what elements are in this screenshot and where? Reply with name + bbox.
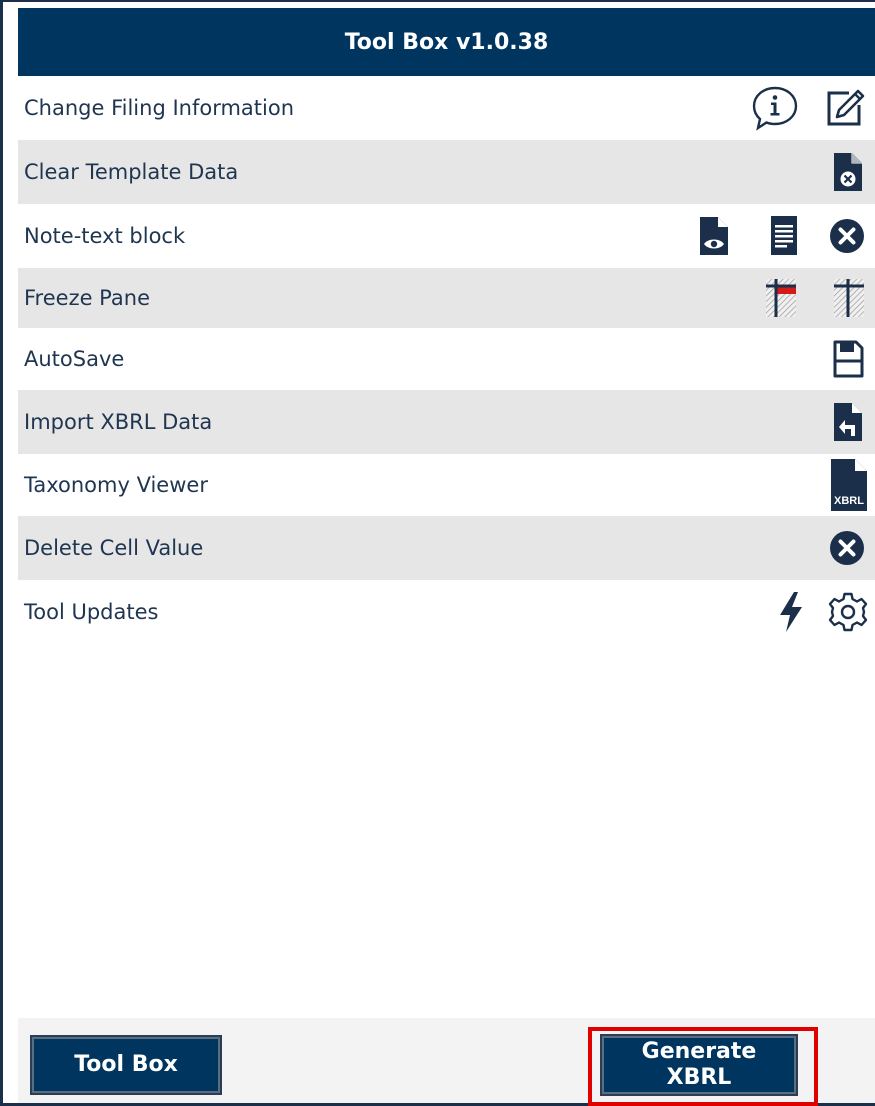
xbrl-file-icon[interactable]: XBRL (827, 457, 869, 513)
frame-border-left (0, 0, 3, 1106)
frame-border-top (0, 0, 875, 2)
edit-icon[interactable] (825, 88, 865, 128)
row-freeze-pane: Freeze Pane (18, 268, 875, 328)
row-label: Taxonomy Viewer (24, 473, 208, 497)
tool-box-button-label: Tool Box (74, 1052, 178, 1077)
save-icon[interactable] (831, 339, 865, 379)
tool-box-button[interactable]: Tool Box (30, 1035, 222, 1095)
panel-title-text: Tool Box v1.0.38 (344, 29, 549, 55)
import-file-icon[interactable] (831, 401, 865, 443)
row-taxonomy-viewer: Taxonomy Viewer XBRL (18, 454, 875, 516)
row-note-text-block: Note-text block (18, 204, 875, 268)
panel-title: Tool Box v1.0.38 (18, 8, 875, 76)
row-tool-updates: Tool Updates (18, 580, 875, 644)
row-change-filing-information: Change Filing Information (18, 76, 875, 140)
xbrl-icon-label: XBRL (834, 495, 864, 507)
info-bubble-icon[interactable] (751, 85, 799, 131)
row-clear-template-data: Clear Template Data (18, 140, 875, 204)
row-label: Clear Template Data (24, 160, 239, 184)
row-label: Tool Updates (24, 600, 159, 624)
gear-icon[interactable] (827, 591, 869, 633)
row-label: Freeze Pane (24, 286, 150, 310)
row-delete-cell-value: Delete Cell Value (18, 516, 875, 580)
close-circle-icon[interactable] (829, 530, 865, 566)
clear-file-icon[interactable] (831, 151, 865, 193)
row-autosave: AutoSave (18, 328, 875, 390)
text-document-icon[interactable] (769, 215, 799, 257)
lightning-icon[interactable] (777, 590, 805, 634)
preview-file-icon[interactable] (697, 215, 731, 257)
tool-box-panel: Tool Box v1.0.38 Change Filing Informati… (0, 0, 875, 1106)
row-import-xbrl-data: Import XBRL Data (18, 390, 875, 454)
close-circle-icon[interactable] (829, 218, 865, 254)
row-label: Note-text block (24, 224, 186, 248)
unfreeze-pane-icon[interactable] (831, 276, 867, 320)
row-label: Delete Cell Value (24, 536, 204, 560)
row-label: AutoSave (24, 347, 125, 371)
freeze-pane-icon[interactable] (763, 276, 799, 320)
row-label: Change Filing Information (24, 96, 295, 120)
row-label: Import XBRL Data (24, 410, 213, 434)
highlight-box (588, 1027, 818, 1106)
